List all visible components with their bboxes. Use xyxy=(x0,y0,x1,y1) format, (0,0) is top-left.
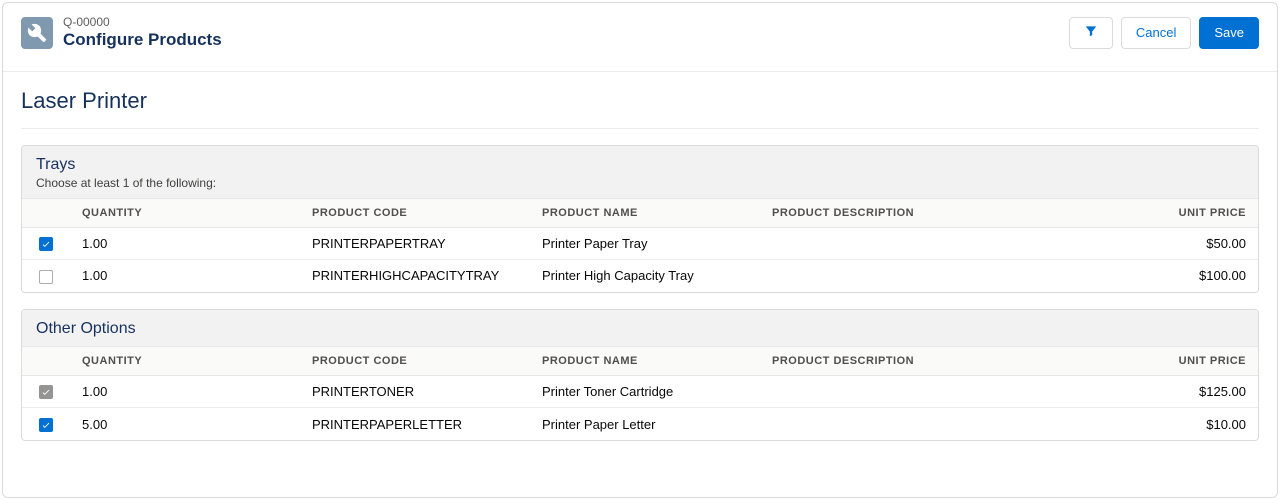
cell-product-code: PRINTERTONER xyxy=(300,375,530,408)
group-header: Trays Choose at least 1 of the following: xyxy=(22,146,1258,199)
header-left: Q-00000 Configure Products xyxy=(21,15,222,51)
column-header-check xyxy=(22,347,70,376)
column-header-product-code: PRODUCT CODE xyxy=(300,199,530,228)
column-header-product-name: PRODUCT NAME xyxy=(530,347,760,376)
cell-unit-price: $100.00 xyxy=(1098,260,1258,292)
table-row: 1.00PRINTERTONERPrinter Toner Cartridge $… xyxy=(22,375,1258,408)
row-checkbox xyxy=(39,385,53,399)
cell-unit-price: $50.00 xyxy=(1098,227,1258,260)
column-header-product-code: PRODUCT CODE xyxy=(300,347,530,376)
cell-product-code: PRINTERHIGHCAPACITYTRAY xyxy=(300,260,530,292)
groups-container: Trays Choose at least 1 of the following:… xyxy=(21,145,1259,441)
row-checkbox[interactable] xyxy=(39,237,53,251)
save-button[interactable]: Save xyxy=(1199,17,1259,49)
cell-product-name: Printer High Capacity Tray xyxy=(530,260,760,292)
cell-quantity: 1.00 xyxy=(70,227,300,260)
checkbox-cell xyxy=(22,375,70,408)
cell-product-description xyxy=(760,408,1098,440)
cell-quantity: 1.00 xyxy=(70,260,300,292)
checkbox-cell xyxy=(22,260,70,292)
options-table: QUANTITYPRODUCT CODEPRODUCT NAMEPRODUCT … xyxy=(22,199,1258,292)
cell-product-code: PRINTERPAPERLETTER xyxy=(300,408,530,440)
column-header-product-name: PRODUCT NAME xyxy=(530,199,760,228)
column-header-check xyxy=(22,199,70,228)
cell-unit-price: $10.00 xyxy=(1098,408,1258,440)
options-table: QUANTITYPRODUCT CODEPRODUCT NAMEPRODUCT … xyxy=(22,347,1258,440)
option-group: Other OptionsQUANTITYPRODUCT CODEPRODUCT… xyxy=(21,309,1259,441)
column-header-unit-price: UNIT PRICE xyxy=(1098,199,1258,228)
row-checkbox[interactable] xyxy=(39,270,53,284)
cell-product-name: Printer Toner Cartridge xyxy=(530,375,760,408)
column-header-quantity: QUANTITY xyxy=(70,199,300,228)
content: Laser Printer Trays Choose at least 1 of … xyxy=(3,72,1277,475)
cell-product-code: PRINTERPAPERTRAY xyxy=(300,227,530,260)
option-group: Trays Choose at least 1 of the following:… xyxy=(21,145,1259,293)
filter-button[interactable] xyxy=(1069,17,1113,49)
cell-product-name: Printer Paper Letter xyxy=(530,408,760,440)
table-row: 1.00PRINTERHIGHCAPACITYTRAYPrinter High … xyxy=(22,260,1258,292)
group-header: Other Options xyxy=(22,310,1258,347)
cell-product-description xyxy=(760,260,1098,292)
cell-unit-price: $125.00 xyxy=(1098,375,1258,408)
column-header-product-description: PRODUCT DESCRIPTION xyxy=(760,199,1098,228)
cell-quantity: 1.00 xyxy=(70,375,300,408)
wrench-icon xyxy=(21,17,53,49)
group-title: Other Options xyxy=(36,320,1244,338)
checkbox-cell xyxy=(22,227,70,260)
cell-product-description xyxy=(760,227,1098,260)
column-header-product-description: PRODUCT DESCRIPTION xyxy=(760,347,1098,376)
cell-product-description xyxy=(760,375,1098,408)
group-title: Trays xyxy=(36,156,1244,174)
table-row: 1.00PRINTERPAPERTRAYPrinter Paper Tray $5… xyxy=(22,227,1258,260)
column-header-quantity: QUANTITY xyxy=(70,347,300,376)
cell-product-name: Printer Paper Tray xyxy=(530,227,760,260)
quote-number: Q-00000 xyxy=(63,15,222,29)
filter-icon xyxy=(1084,24,1098,41)
group-subtitle: Choose at least 1 of the following: xyxy=(36,176,1244,190)
product-title: Laser Printer xyxy=(21,82,1259,129)
checkbox-cell xyxy=(22,408,70,440)
cell-quantity: 5.00 xyxy=(70,408,300,440)
header-text: Q-00000 Configure Products xyxy=(63,15,222,51)
page-title: Configure Products xyxy=(63,29,222,50)
header-actions: Cancel Save xyxy=(1069,17,1259,49)
cancel-button[interactable]: Cancel xyxy=(1121,17,1191,49)
page: Q-00000 Configure Products Cancel Save L… xyxy=(2,2,1278,498)
column-header-unit-price: UNIT PRICE xyxy=(1098,347,1258,376)
row-checkbox[interactable] xyxy=(39,418,53,432)
table-row: 5.00PRINTERPAPERLETTERPrinter Paper Lett… xyxy=(22,408,1258,440)
page-header: Q-00000 Configure Products Cancel Save xyxy=(3,3,1277,72)
